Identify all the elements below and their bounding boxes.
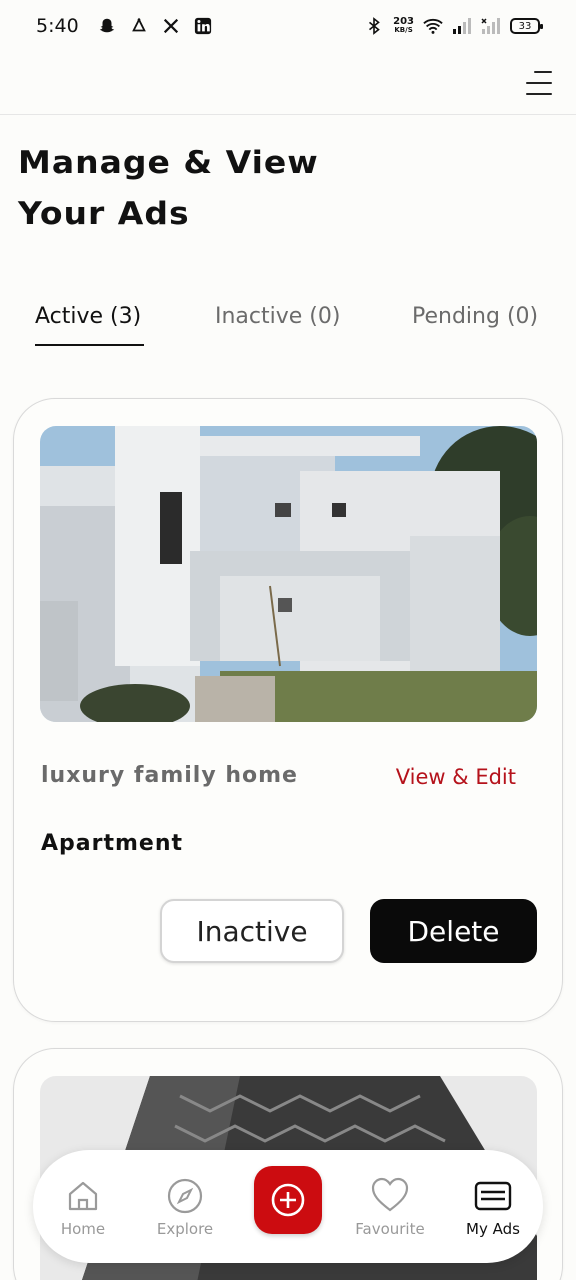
tab-pending[interactable]: Pending (0) bbox=[412, 304, 538, 329]
menu-line bbox=[534, 71, 552, 73]
menu-line bbox=[526, 93, 552, 95]
nav-explore-label: Explore bbox=[156, 1220, 214, 1238]
nav-favourite[interactable]: Favourite bbox=[345, 1176, 435, 1238]
bell-icon bbox=[129, 16, 149, 36]
app-header bbox=[0, 52, 576, 115]
tab-active-indicator bbox=[35, 344, 144, 346]
nav-my-ads[interactable]: My Ads bbox=[448, 1176, 538, 1238]
status-bar: 5:40 203 KB/S 33 bbox=[0, 0, 576, 52]
linkedin-icon bbox=[193, 16, 213, 36]
tab-inactive[interactable]: Inactive (0) bbox=[215, 304, 340, 329]
net-speed-unit: KB/S bbox=[394, 26, 413, 34]
ad-photo[interactable] bbox=[40, 426, 537, 722]
home-icon bbox=[68, 1181, 98, 1211]
nav-explore[interactable]: Explore bbox=[140, 1176, 230, 1238]
view-edit-link[interactable]: View & Edit bbox=[396, 765, 516, 789]
ad-title: luxury family home bbox=[41, 763, 298, 788]
net-speed: 203 KB/S bbox=[393, 17, 414, 35]
ad-status-tabs: Active (3) Inactive (0) Pending (0) bbox=[0, 296, 576, 352]
status-right: 203 KB/S 33 bbox=[364, 16, 543, 36]
net-speed-value: 203 bbox=[393, 16, 414, 27]
heart-icon bbox=[371, 1177, 409, 1212]
add-ad-button[interactable] bbox=[254, 1166, 322, 1234]
status-left: 5:40 bbox=[36, 15, 213, 37]
nav-my-ads-label: My Ads bbox=[466, 1220, 520, 1238]
nav-favourite-label: Favourite bbox=[355, 1220, 425, 1238]
signal-icon bbox=[452, 16, 472, 36]
delete-button[interactable]: Delete bbox=[370, 899, 537, 963]
signal-icon-2 bbox=[481, 16, 501, 36]
ad-type: Apartment bbox=[41, 831, 184, 856]
house-photo bbox=[40, 426, 537, 722]
menu-line bbox=[526, 82, 552, 84]
tab-active[interactable]: Active (3) bbox=[35, 304, 141, 329]
manage-ads-screen: 5:40 203 KB/S 33 Manage & View Your Ads … bbox=[0, 0, 576, 1280]
nav-home-label: Home bbox=[60, 1220, 106, 1238]
wifi-icon bbox=[423, 16, 443, 36]
x-icon bbox=[161, 16, 181, 36]
page-title: Manage & View Your Ads bbox=[18, 143, 319, 232]
snapchat-icon bbox=[97, 16, 117, 36]
nav-home[interactable]: Home bbox=[38, 1176, 128, 1238]
bottom-navigation: Home Explore Favourite My Ads bbox=[33, 1150, 543, 1263]
inactive-button[interactable]: Inactive bbox=[160, 899, 344, 963]
list-icon bbox=[474, 1181, 512, 1211]
bluetooth-icon bbox=[364, 16, 384, 36]
compass-icon bbox=[167, 1178, 203, 1214]
battery-level: 33 bbox=[518, 20, 532, 32]
ad-card: luxury family home View & Edit Apartment… bbox=[13, 398, 563, 1022]
hamburger-menu-icon[interactable] bbox=[522, 68, 552, 98]
status-time: 5:40 bbox=[36, 15, 79, 37]
battery-icon: 33 bbox=[510, 18, 543, 34]
add-circle-icon bbox=[271, 1183, 305, 1217]
